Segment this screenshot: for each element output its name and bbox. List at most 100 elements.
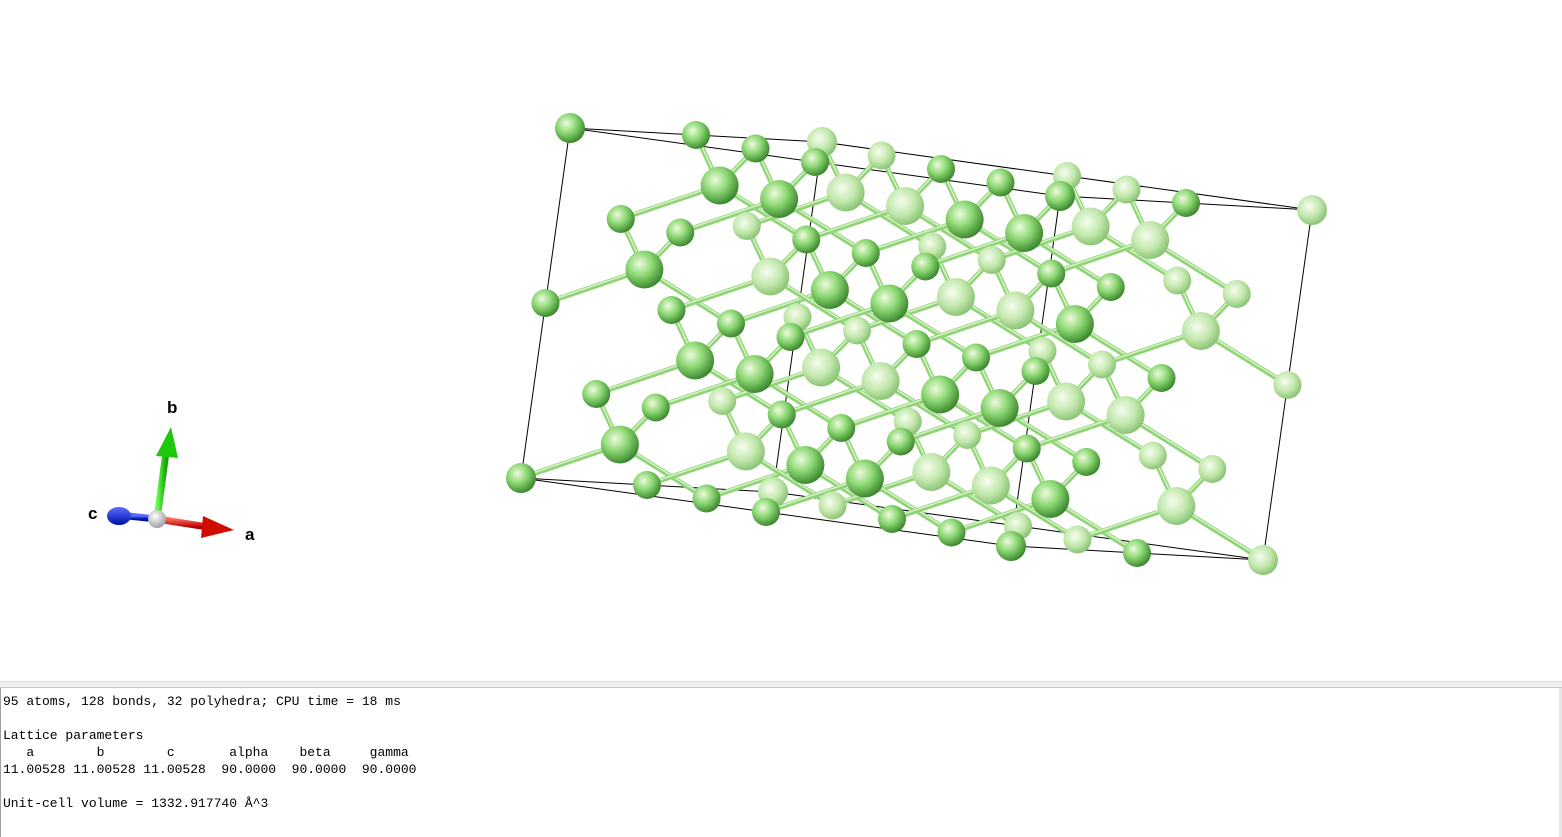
output-line: Unit-cell volume = 1332.917740 Å^3 <box>3 796 269 811</box>
output-line: Lattice parameters <box>3 728 144 743</box>
output-line: a b c alpha beta gamma <box>3 745 409 760</box>
atom <box>802 348 841 387</box>
atom <box>1063 525 1092 554</box>
atom <box>1072 448 1101 476</box>
atom <box>506 463 536 493</box>
a-axis-label: a <box>245 525 255 544</box>
atom <box>826 173 865 212</box>
atom <box>732 212 761 240</box>
atom <box>1047 382 1086 421</box>
orientation-axes: b a c <box>88 398 255 544</box>
output-line: 95 atoms, 128 bonds, 32 polyhedra; CPU t… <box>3 694 401 709</box>
atom <box>867 141 896 170</box>
atom <box>937 518 966 547</box>
atom <box>708 387 737 415</box>
atom <box>886 427 915 456</box>
atom <box>657 296 686 324</box>
atom <box>845 459 884 498</box>
atom <box>1005 214 1044 252</box>
atom <box>1012 434 1041 463</box>
atom <box>1045 181 1075 211</box>
atom <box>851 239 880 267</box>
atom <box>676 341 715 380</box>
atom <box>1021 357 1050 385</box>
atom <box>818 491 847 520</box>
atom <box>1222 280 1251 308</box>
atom <box>682 121 710 149</box>
atom <box>936 278 975 316</box>
atom <box>810 271 849 309</box>
atom <box>971 466 1010 505</box>
atom <box>751 257 790 296</box>
atom <box>641 393 670 422</box>
output-text: 95 atoms, 128 bonds, 32 polyhedra; CPU t… <box>1 688 1562 812</box>
atom <box>776 323 805 351</box>
b-axis-label: b <box>167 398 177 417</box>
atom <box>625 250 664 289</box>
atom <box>1112 175 1141 204</box>
atom <box>986 168 1015 197</box>
atom <box>1123 539 1151 567</box>
atom <box>945 200 984 239</box>
atom <box>861 362 900 400</box>
atom <box>843 316 871 345</box>
atom <box>760 180 799 218</box>
atom <box>1273 371 1302 399</box>
atom <box>786 446 825 484</box>
atom <box>912 453 951 491</box>
b-axis-arrowhead <box>156 427 178 458</box>
atom <box>1248 545 1278 575</box>
atom <box>996 531 1026 561</box>
crystal-structure[interactable] <box>506 113 1327 575</box>
atom <box>977 246 1006 274</box>
atom <box>870 284 909 323</box>
atom <box>980 389 1019 427</box>
atom <box>600 425 639 464</box>
atom <box>911 252 940 281</box>
atom <box>801 148 829 176</box>
atom <box>666 218 695 247</box>
atom <box>886 187 925 225</box>
atom <box>1138 441 1167 470</box>
c-axis-label: c <box>88 504 97 523</box>
structure-viewport[interactable]: b a c <box>0 0 1562 681</box>
c-axis-arrowhead <box>107 507 131 525</box>
atom <box>717 309 745 338</box>
atom <box>1096 273 1125 301</box>
atom <box>1163 266 1192 295</box>
atom <box>1181 312 1220 350</box>
atom <box>1198 455 1227 483</box>
axes-origin <box>148 510 166 528</box>
atom <box>726 432 765 471</box>
output-panel: 95 atoms, 128 bonds, 32 polyhedra; CPU t… <box>0 688 1562 837</box>
atom <box>700 166 739 205</box>
atom <box>1031 480 1070 518</box>
atom <box>1106 396 1145 434</box>
atom <box>1147 364 1176 392</box>
atom <box>1088 350 1116 379</box>
atoms <box>506 113 1327 575</box>
atom <box>902 330 931 358</box>
atom <box>953 421 982 449</box>
atom <box>1131 221 1170 259</box>
atom <box>555 113 585 143</box>
atom <box>735 355 774 393</box>
atom <box>633 471 661 499</box>
atom <box>996 291 1035 330</box>
atom <box>767 400 796 429</box>
atom <box>792 225 821 254</box>
atom <box>606 205 635 233</box>
atom <box>962 343 990 372</box>
atom <box>1055 305 1094 343</box>
output-line: 11.00528 11.00528 11.00528 90.0000 90.00… <box>3 762 417 777</box>
atom <box>582 380 611 408</box>
atom <box>752 498 780 526</box>
atom <box>878 505 906 533</box>
atom <box>1157 487 1196 525</box>
structure-canvas[interactable]: b a c <box>0 0 1562 681</box>
atom <box>692 484 721 513</box>
atom <box>741 134 770 163</box>
atom <box>1071 207 1110 246</box>
atom <box>1172 189 1200 217</box>
panel-splitter[interactable] <box>0 681 1562 688</box>
